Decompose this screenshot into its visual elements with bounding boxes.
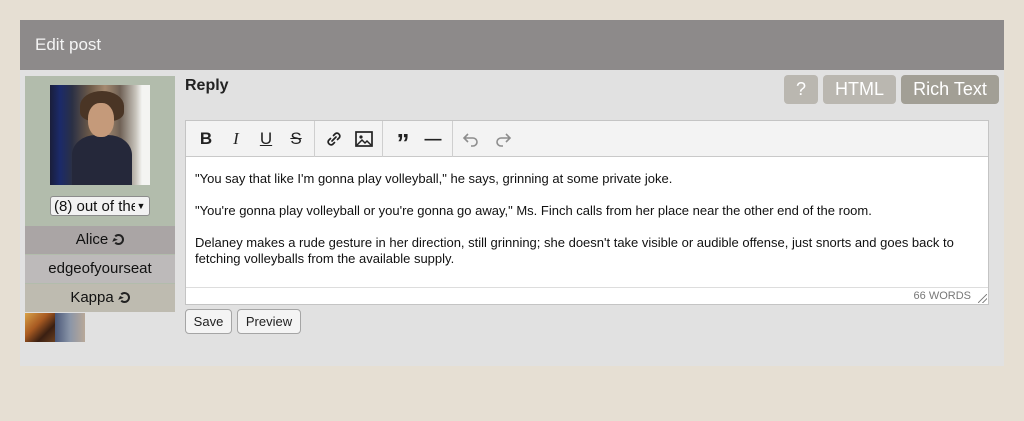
image-icon[interactable] [351,126,377,152]
save-button[interactable]: Save [185,309,232,334]
underline-button[interactable]: U [253,126,279,152]
avatar [50,85,150,185]
resize-handle-icon[interactable] [978,294,987,303]
editor-statusbar: 66 WORDS [186,287,988,304]
refresh-icon[interactable] [118,292,130,303]
icon-thumbnails [25,313,85,342]
strikethrough-button[interactable]: S [283,126,309,152]
rich-text-editor: B I U S ” — "You say that like I'm gonna [185,120,989,305]
character-select[interactable]: (8) out of the ▼ [50,196,150,216]
sidebar-item-label: edgeofyourseat [48,260,152,277]
sidebar-item-edgeofyourseat[interactable]: edgeofyourseat [25,255,175,283]
character-sidebar: (8) out of the ▼ Alice edgeofyourseat Ka… [25,76,175,312]
blockquote-button[interactable]: ” [390,126,416,158]
character-select-value: (8) out of the [54,198,140,215]
undo-icon[interactable] [458,126,484,152]
chevron-down-icon: ▼ [135,199,147,213]
sidebar-item-label: Alice [75,231,109,248]
html-mode-button[interactable]: HTML [823,75,896,104]
toolbar-divider [314,121,315,157]
thumbnail-image[interactable] [55,313,85,342]
word-count: 66 WORDS [913,290,971,302]
sidebar-item-kappa[interactable]: Kappa [25,284,175,312]
sidebar-item-alice[interactable]: Alice [25,226,175,254]
toolbar-divider [382,121,383,157]
toolbar-divider [452,121,453,157]
paragraph: "You're gonna play volleyball or you're … [195,203,872,218]
preview-button[interactable]: Preview [237,309,301,334]
link-icon[interactable] [321,126,347,152]
thumbnail-image[interactable] [25,313,55,342]
rich-text-mode-button[interactable]: Rich Text [901,75,999,104]
help-button[interactable]: ? [784,75,818,104]
italic-button[interactable]: I [223,126,249,152]
editor-toolbar: B I U S ” — [186,121,988,158]
edit-post-panel: Edit post (8) out of the ▼ Alice edgeofy… [20,20,1004,366]
sidebar-item-label: Kappa [70,289,114,306]
bold-button[interactable]: B [193,126,219,152]
redo-icon[interactable] [490,126,516,152]
paragraph: "You say that like I'm gonna play volley… [195,171,673,186]
paragraph: Delaney makes a rude gesture in her dire… [195,235,954,266]
horizontal-rule-button[interactable]: — [420,126,446,152]
reply-label: Reply [185,77,229,94]
refresh-icon[interactable] [113,234,125,245]
editor-content[interactable]: "You say that like I'm gonna play volley… [195,171,975,283]
panel-title: Edit post [20,20,1004,70]
